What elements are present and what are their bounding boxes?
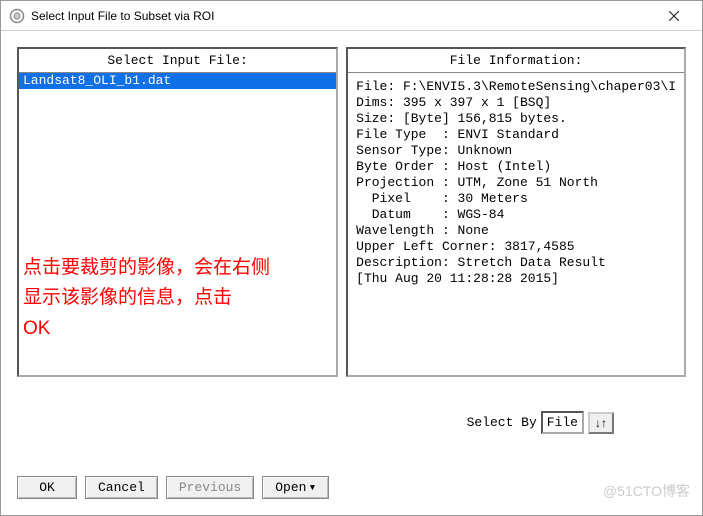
titlebar: Select Input File to Subset via ROI	[1, 1, 702, 31]
file-info-text: File: F:\ENVI5.3\RemoteSensing\chaper03\…	[348, 73, 684, 375]
panels-row: Select Input File: Landsat8_OLI_b1.dat F…	[17, 47, 686, 377]
select-by-field[interactable]: File	[541, 411, 584, 434]
file-info-panel: File Information: File: F:\ENVI5.3\Remot…	[346, 47, 686, 377]
input-file-header: Select Input File:	[19, 49, 336, 73]
button-row: OK Cancel Previous Open▾	[17, 476, 329, 499]
file-list[interactable]: Landsat8_OLI_b1.dat	[19, 73, 336, 375]
content-area: Select Input File: Landsat8_OLI_b1.dat F…	[1, 31, 702, 515]
sort-icon: ↓↑	[595, 416, 607, 430]
select-by-row: Select By File ↓↑	[467, 411, 614, 434]
app-icon	[9, 8, 25, 24]
ok-button[interactable]: OK	[17, 476, 77, 499]
file-item[interactable]: Landsat8_OLI_b1.dat	[19, 73, 336, 89]
close-button[interactable]	[654, 2, 694, 30]
file-info-header: File Information:	[348, 49, 684, 73]
cancel-button[interactable]: Cancel	[85, 476, 158, 499]
watermark: @51CTO博客	[603, 481, 690, 501]
input-file-panel: Select Input File: Landsat8_OLI_b1.dat	[17, 47, 338, 377]
open-button[interactable]: Open▾	[262, 476, 329, 499]
window-title: Select Input File to Subset via ROI	[31, 9, 214, 23]
previous-button: Previous	[166, 476, 254, 499]
select-by-label: Select By	[467, 415, 537, 430]
open-button-label: Open	[275, 480, 306, 495]
chevron-down-icon: ▾	[308, 480, 316, 495]
sort-button[interactable]: ↓↑	[588, 412, 614, 434]
